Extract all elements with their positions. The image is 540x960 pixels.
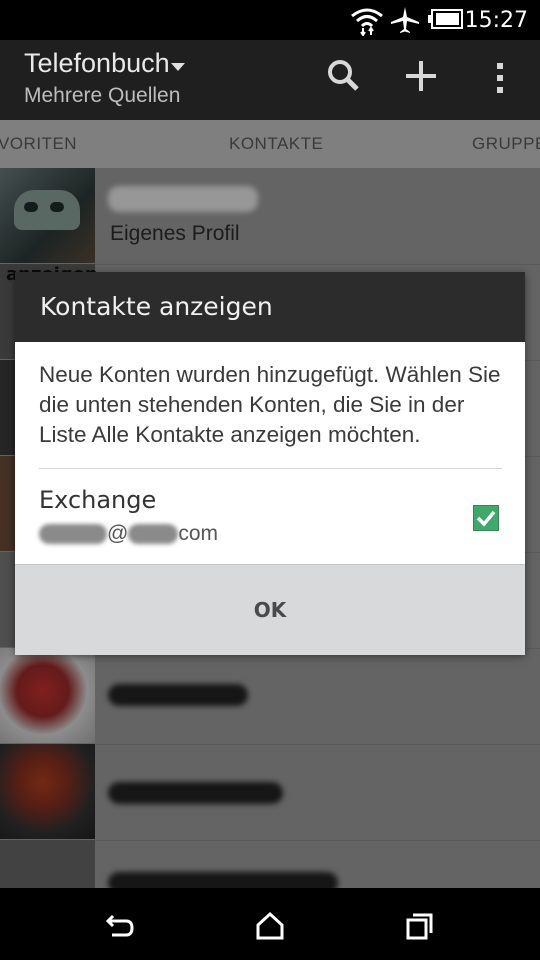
airplane-mode-icon [391, 7, 419, 33]
search-icon[interactable] [326, 58, 360, 96]
tab-contacts[interactable]: KONTAKTE [229, 134, 323, 154]
show-contacts-dialog: Kontakte anzeigen Neue Konten wurden hin… [15, 272, 525, 655]
account-row[interactable]: Exchange @ com [15, 470, 525, 564]
overflow-menu-icon[interactable] [490, 58, 510, 96]
account-name: Exchange [39, 486, 157, 514]
tab-groups[interactable]: GRUPPE [472, 134, 540, 154]
dialog-message: Neue Konten wurden hinzugefügt. Wählen S… [39, 362, 501, 447]
wifi-icon [351, 8, 383, 36]
dialog-title: Kontakte anzeigen [40, 292, 273, 321]
divider [39, 468, 502, 469]
redacted-email-domain [128, 524, 179, 545]
app-subtitle: Mehrere Quellen [24, 84, 181, 107]
dialog-footer: OK [15, 564, 525, 655]
check-icon [476, 510, 496, 527]
clock: 15:27 [464, 8, 528, 33]
dialog-header: Kontakte anzeigen [15, 272, 525, 342]
dropdown-caret-icon [171, 63, 185, 71]
navigation-bar [0, 888, 540, 960]
status-bar: 15:27 [0, 0, 540, 40]
ok-button[interactable]: OK [15, 565, 525, 655]
tab-favorites[interactable]: VORITEN [0, 134, 77, 154]
account-email: @ com [39, 522, 218, 546]
account-checkbox[interactable] [473, 505, 499, 531]
source-selector[interactable]: Telefonbuch Mehrere Quellen [0, 40, 200, 120]
recent-apps-icon[interactable] [404, 910, 436, 942]
battery-icon [428, 9, 463, 29]
app-title: Telefonbuch [24, 48, 170, 78]
redacted-email-user [39, 524, 107, 545]
tab-bar: VORITEN KONTAKTE GRUPPE [0, 120, 540, 168]
home-icon[interactable] [254, 910, 286, 942]
back-icon[interactable] [104, 910, 136, 942]
add-icon[interactable] [404, 58, 438, 96]
app-bar: Telefonbuch Mehrere Quellen [0, 40, 540, 120]
